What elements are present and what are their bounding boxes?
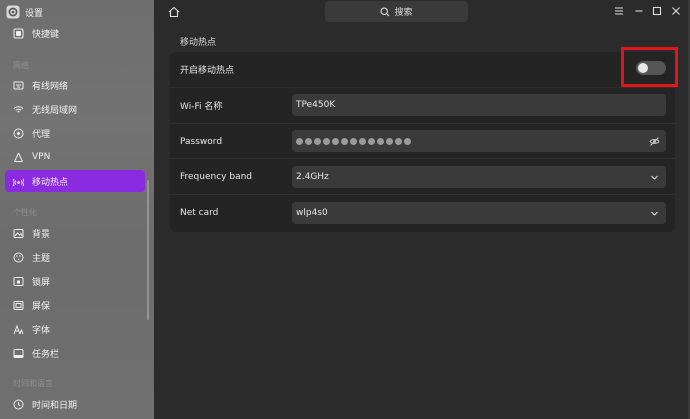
net-card-select[interactable]: wlp4s0 (292, 202, 666, 224)
sidebar-item-font[interactable]: 字体 (5, 318, 145, 340)
password-mask-dot (386, 137, 393, 145)
ethernet-icon (13, 81, 24, 89)
enable-hotspot-row: 开启移动热点 (170, 52, 675, 87)
password-mask-dot (314, 137, 321, 145)
sidebar: 设置 快捷键 网络 有线网络 无线局域网 代理 VPN 移动热点 个性化 背景 … (0, 0, 154, 419)
password-mask-dot (350, 137, 357, 145)
sidebar-item-screensaver[interactable]: 屏保 (5, 294, 145, 316)
sidebar-item-label: 字体 (32, 325, 51, 336)
palette-icon (13, 252, 24, 262)
minimize-icon[interactable] (633, 5, 645, 17)
password-mask-dot (368, 137, 375, 145)
sidebar-item-theme[interactable]: 主题 (5, 246, 145, 268)
search-icon (380, 6, 390, 16)
sidebar-item-wired[interactable]: 有线网络 (5, 74, 145, 96)
sidebar-item-label: 时间和日期 (32, 400, 78, 411)
sidebar-item-label: 主题 (32, 253, 51, 264)
sidebar-item-lockscreen[interactable]: 锁屏 (5, 270, 145, 292)
image-icon (13, 228, 24, 238)
sidebar-item-wireless[interactable]: 无线局域网 (5, 98, 145, 120)
net-card-label: Net card (180, 207, 219, 218)
frequency-band-select[interactable]: 2.4GHz (292, 166, 666, 188)
password-mask-dot (341, 137, 348, 145)
sidebar-item-vpn[interactable]: VPN (5, 146, 145, 168)
password-mask-dot (395, 137, 402, 145)
search-label: 搜索 (394, 8, 413, 18)
maximize-icon[interactable] (651, 5, 663, 17)
home-icon[interactable] (167, 5, 181, 19)
sidebar-scrollbar[interactable] (147, 180, 149, 320)
sidebar-item-label: 有线网络 (32, 81, 69, 92)
sidebar-item-shortcuts[interactable]: 快捷键 (5, 22, 145, 44)
frequency-band-value: 2.4GHz (296, 172, 329, 182)
chevron-down-icon (651, 211, 658, 216)
sidebar-item-label: 无线局域网 (32, 105, 78, 116)
sidebar-item-background[interactable]: 背景 (5, 222, 145, 244)
sidebar-item-label: 背景 (32, 229, 51, 240)
wifi-name-label: Wi-Fi 名称 (180, 102, 223, 112)
sidebar-item-label: 移动热点 (32, 177, 69, 188)
wifi-name-value: TPe450K (296, 100, 336, 110)
sidebar-item-hotspot[interactable]: 移动热点 (5, 170, 145, 192)
eye-hidden-icon[interactable] (649, 136, 660, 147)
sidebar-item-label: 屏保 (32, 301, 51, 312)
sidebar-item-taskbar[interactable]: 任务栏 (5, 342, 145, 364)
password-mask-dot (359, 137, 366, 145)
app-title: 设置 (25, 8, 44, 19)
menu-icon[interactable] (613, 5, 625, 17)
taskbar-icon (13, 348, 24, 358)
sidebar-item-datetime[interactable]: 时间和日期 (5, 393, 145, 415)
proxy-icon (13, 128, 24, 138)
password-mask-dot (323, 137, 330, 145)
password-label: Password (180, 136, 223, 147)
topbar: 搜索 (154, 0, 690, 24)
password-mask-dot (296, 137, 303, 145)
settings-app-icon (6, 5, 20, 19)
password-mask-dot (332, 137, 339, 145)
sidebar-item-label: 代理 (32, 129, 51, 140)
wifi-name-input[interactable]: TPe450K (292, 94, 666, 116)
sidebar-header: 设置 (6, 4, 43, 20)
password-mask (296, 137, 411, 145)
enable-hotspot-label: 开启移动热点 (180, 66, 235, 76)
annotation-highlight-box (621, 47, 678, 87)
sidebar-item-label: 快捷键 (32, 29, 60, 40)
net-card-value: wlp4s0 (296, 208, 328, 218)
password-mask-dot (305, 137, 312, 145)
wifi-icon (13, 105, 24, 112)
password-mask-dot (404, 137, 411, 145)
keyboard-icon (13, 28, 24, 38)
sidebar-item-label: VPN (32, 152, 51, 162)
close-icon[interactable] (670, 5, 682, 17)
section-label-network: 网络 (13, 61, 29, 70)
sidebar-item-label: 锁屏 (32, 277, 51, 288)
frequency-band-label: Frequency band (180, 171, 252, 182)
password-mask-dot (377, 137, 384, 145)
clock-icon (13, 399, 24, 409)
hotspot-icon (13, 178, 24, 186)
page-title: 移动热点 (180, 38, 217, 48)
section-label-time-language: 时间和语言 (13, 379, 53, 388)
vpn-icon (14, 152, 23, 162)
sidebar-item-label: 任务栏 (32, 349, 60, 360)
password-input[interactable] (292, 130, 666, 152)
sidebar-item-proxy[interactable]: 代理 (5, 122, 145, 144)
search-box[interactable]: 搜索 (325, 1, 468, 22)
lockscreen-icon (13, 276, 24, 286)
screensaver-icon (13, 300, 24, 310)
font-icon (13, 324, 24, 334)
chevron-down-icon (651, 175, 658, 180)
section-label-personalize: 个性化 (13, 208, 37, 217)
